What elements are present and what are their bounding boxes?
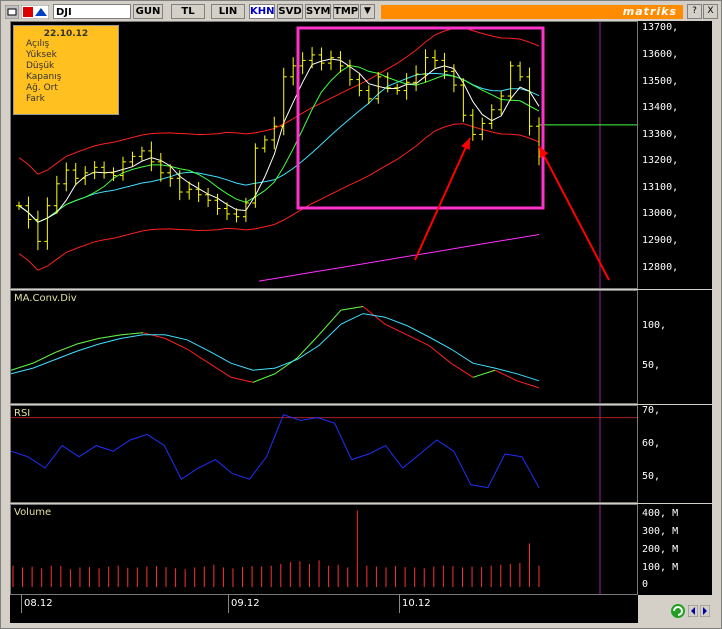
- button-lin[interactable]: LIN: [211, 4, 245, 19]
- refresh-icon[interactable]: [670, 603, 686, 619]
- macd-tick: 50,: [642, 360, 661, 371]
- button-tl[interactable]: TL: [171, 4, 205, 19]
- rsi-tick: 70,: [642, 405, 661, 416]
- price-tick: 13200,: [642, 155, 679, 166]
- macd-tick: 100,: [642, 320, 667, 331]
- macd-rising-segment: [318, 309, 342, 336]
- volume-panel: Volume: [10, 504, 638, 595]
- macd-title: MA.Conv.Div: [14, 293, 77, 304]
- scroll-left-icon[interactable]: [688, 605, 698, 617]
- price-tick: 13400,: [642, 102, 679, 113]
- volume-tick: 100, M: [642, 562, 679, 573]
- rsi-panel: RSI: [10, 405, 638, 503]
- price-tick: 13300,: [642, 129, 679, 140]
- button-gun[interactable]: GUN: [133, 4, 163, 19]
- macd-panel: MA.Conv.Div: [10, 290, 638, 404]
- date-label: 10.12: [402, 598, 431, 609]
- date-label: 08.12: [24, 598, 53, 609]
- price-tick: 13100,: [642, 182, 679, 193]
- rsi-chart: [11, 406, 637, 502]
- window-menu-icon[interactable]: [5, 5, 19, 19]
- price-tick: 13500,: [642, 76, 679, 87]
- info-row-open: Açılış: [26, 39, 50, 49]
- macd-rising-segment: [252, 373, 276, 383]
- macd-axis: 100, 50,: [638, 290, 712, 404]
- volume-tick: 200, M: [642, 544, 679, 555]
- arrow-1: [414, 137, 471, 261]
- price-tick: 13600,: [642, 49, 679, 60]
- macd-rising-segment: [472, 369, 496, 378]
- brand-logo: matriks: [622, 5, 677, 18]
- date-label: 09.12: [231, 598, 260, 609]
- info-box: 22.10.12 Açılış Yüksek Düşük Kapanış Ağ.…: [13, 25, 119, 115]
- help-button[interactable]: ?: [687, 4, 702, 19]
- arrow-2: [538, 145, 610, 281]
- macd-rising-segment: [296, 334, 320, 359]
- macd-rising-segment: [340, 306, 364, 311]
- info-row-low: Düşük: [26, 61, 55, 71]
- macd-rising-segment: [76, 337, 100, 345]
- macd-rising-segment: [54, 343, 78, 354]
- macd-rising-segment: [120, 332, 144, 336]
- date-axis: 08.12 09.12 10.12: [10, 595, 638, 613]
- volume-tick: 0: [642, 579, 649, 590]
- volume-axis: 400, M 300, M 200, M 100, M 0: [638, 504, 712, 595]
- info-row-high: Yüksek: [26, 50, 57, 60]
- button-svd[interactable]: SVD: [277, 4, 303, 19]
- highlight-box: [296, 26, 545, 210]
- volume-tick: 300, M: [642, 526, 679, 537]
- toolbar: DJI GUN TL LIN KHN SVD SYM TMP ▼ matriks…: [3, 3, 719, 21]
- button-sym[interactable]: SYM: [305, 4, 331, 19]
- info-row-close: Kapanış: [26, 72, 62, 82]
- rsi-axis: 70, 60, 50,: [638, 405, 712, 503]
- rsi-tick: 50,: [642, 471, 661, 482]
- rsi-line: [11, 414, 540, 489]
- volume-chart: [12, 505, 601, 594]
- button-tmp[interactable]: TMP: [333, 4, 359, 19]
- macd-chart: [11, 291, 601, 403]
- price-tick: 13700,: [642, 22, 679, 33]
- button-khn[interactable]: KHN: [249, 4, 275, 19]
- title-bar: matriks: [381, 5, 683, 19]
- corner-controls: [638, 595, 712, 625]
- price-axis: 13700, 13600, 13500, 13400, 13300, 13200…: [638, 21, 712, 289]
- macd-rising-segment: [32, 352, 56, 364]
- info-date: 22.10.12: [43, 29, 89, 39]
- rsi-tick: 60,: [642, 438, 661, 449]
- scroll-right-icon[interactable]: [700, 605, 710, 617]
- volume-title: Volume: [14, 507, 52, 518]
- macd-rising-segment: [98, 334, 122, 339]
- volume-tick: 400, M: [642, 508, 679, 519]
- rsi-title: RSI: [14, 408, 31, 419]
- horizontal-scroll[interactable]: [10, 613, 638, 623]
- info-row-change: Fark: [26, 94, 45, 104]
- chart-window: DJI GUN TL LIN KHN SVD SYM TMP ▼ matriks…: [0, 0, 722, 629]
- price-tick: 12900,: [642, 235, 679, 246]
- info-row-avg: Ağ. Ort: [26, 83, 58, 93]
- price-tick: 12800,: [642, 262, 679, 273]
- dropdown-arrow-icon[interactable]: ▼: [360, 4, 375, 19]
- flag-icon[interactable]: [21, 5, 49, 19]
- price-tick: 13000,: [642, 208, 679, 219]
- long-ma-line: [258, 234, 540, 282]
- symbol-field[interactable]: DJI: [53, 4, 131, 19]
- close-button[interactable]: X: [703, 4, 718, 19]
- macd-series-1: [11, 313, 540, 382]
